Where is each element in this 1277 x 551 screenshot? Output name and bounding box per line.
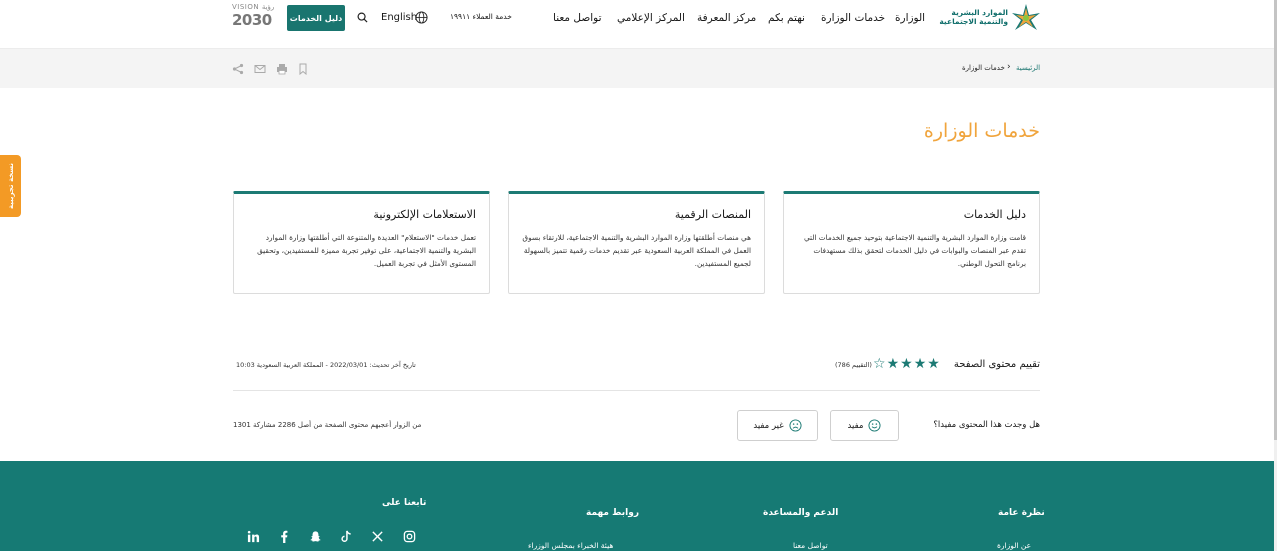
vision-2030-logo: VISION رؤية 2030 — [232, 3, 276, 33]
nav-ministry[interactable]: الوزارة — [895, 12, 925, 24]
footer-links-title: روابط مهمة — [586, 508, 640, 518]
logo-line-1: الموارد البشرية — [951, 8, 1008, 17]
footer-experts-link[interactable]: هيئة الخبراء بمجلس الوزراء — [528, 541, 613, 550]
breadcrumb-home[interactable]: الرئيسية — [1016, 64, 1040, 72]
useful-label: مفيد — [847, 420, 864, 431]
useful-button[interactable]: مفيد — [830, 410, 899, 441]
snapchat-icon[interactable] — [307, 528, 323, 544]
x-icon[interactable] — [369, 528, 385, 544]
customer-service-hotline[interactable]: خدمة العملاء ١٩٩١١ — [450, 12, 512, 21]
feedback-question: هل وجدت هذا المحتوى مفيدا؟ — [933, 420, 1040, 430]
last-updated: تاريخ آخر تحديث: 2022/03/01 - المملكة ال… — [236, 361, 416, 369]
rating-count: (التقييم 786) — [835, 361, 872, 369]
beta-version-label: نسخة تجريبية — [6, 162, 15, 210]
not-useful-button[interactable]: غير مفيد — [737, 410, 818, 441]
vision-label: VISION رؤية — [232, 3, 275, 11]
facebook-icon[interactable] — [276, 528, 292, 544]
card-title: دليل الخدمات — [963, 208, 1026, 221]
star-filled-icon[interactable]: ★ — [887, 357, 900, 371]
language-switch[interactable]: English — [381, 12, 417, 23]
service-card-services-guide[interactable]: دليل الخدمات قامت وزارة الموارد البشرية … — [783, 191, 1040, 294]
breadcrumb-separator: › — [1007, 62, 1011, 72]
star-empty-icon[interactable]: ☆ — [873, 357, 886, 371]
service-card-digital-platforms[interactable]: المنصات الرقمية هي منصات أطلقتها وزارة ا… — [508, 191, 765, 294]
card-description: هي منصات أطلقتها وزارة الموارد البشرية و… — [522, 233, 751, 268]
nav-ministry-services[interactable]: خدمات الوزارة — [821, 12, 885, 24]
print-icon[interactable] — [276, 63, 288, 75]
smile-icon — [868, 419, 881, 432]
site-header: الموارد البشرية والتنمية الاجتماعية الوز… — [0, 0, 1274, 48]
ministry-logo[interactable]: الموارد البشرية والتنمية الاجتماعية — [936, 2, 1042, 34]
nav-knowledge-center[interactable]: مركز المعرفة — [697, 12, 756, 24]
services-guide-button[interactable]: دليل الخدمات — [287, 5, 345, 31]
service-card-e-inquiries[interactable]: الاستعلامات الإلكترونية تعمل خدمات "الاس… — [233, 191, 490, 294]
not-useful-label: غير مفيد — [753, 420, 784, 431]
page-rating-label: تقييم محتوى الصفحة — [953, 359, 1040, 370]
star-filled-icon[interactable]: ★ — [914, 357, 927, 371]
search-icon[interactable] — [357, 12, 368, 23]
site-footer: نظرة عامة عن الوزارة الدعم والمساعدة توا… — [0, 461, 1274, 551]
frown-icon — [789, 419, 802, 432]
ministry-logo-icon — [1012, 4, 1040, 30]
breadcrumb-bar: الرئيسية › خدمات الوزارة — [0, 48, 1274, 88]
rating-stars[interactable]: ☆ ★ ★ ★ ★ — [873, 357, 940, 371]
card-description: تعمل خدمات "الاستعلام" العديدة والمتنوعة… — [257, 233, 476, 268]
footer-overview-title: نظرة عامة — [998, 508, 1045, 518]
instagram-icon[interactable] — [401, 528, 417, 544]
beta-version-tab[interactable]: نسخة تجريبية — [0, 155, 21, 217]
nav-contact-us[interactable]: تواصل معنا — [553, 12, 602, 24]
tiktok-icon[interactable] — [338, 528, 354, 544]
bookmark-icon[interactable] — [297, 63, 309, 75]
card-title: الاستعلامات الإلكترونية — [373, 208, 476, 221]
share-icon[interactable] — [232, 63, 244, 75]
card-description: قامت وزارة الموارد البشرية والتنمية الاج… — [803, 233, 1026, 268]
footer-about-link[interactable]: عن الوزارة — [997, 541, 1031, 550]
nav-we-care[interactable]: نهتم بكم — [768, 12, 805, 24]
mail-icon[interactable] — [254, 63, 266, 75]
star-filled-icon[interactable]: ★ — [900, 357, 913, 371]
star-filled-icon[interactable]: ★ — [927, 357, 940, 371]
page-title: خدمات الوزارة — [923, 120, 1040, 142]
footer-support-title: الدعم والمساعدة — [763, 508, 839, 518]
nav-media-center[interactable]: المركز الإعلامي — [617, 12, 685, 24]
vision-year: 2030 — [232, 11, 272, 29]
footer-follow-title: تابعنا على — [382, 498, 427, 508]
feedback-stats: 1301 من الزوار أعجبهم محتوى الصفحة من أص… — [233, 421, 422, 429]
linkedin-icon[interactable] — [245, 528, 261, 544]
card-title: المنصات الرقمية — [674, 208, 751, 221]
breadcrumb-current: خدمات الوزارة — [962, 64, 1005, 72]
footer-contact-link[interactable]: تواصل معنا — [793, 541, 828, 550]
divider — [233, 390, 1040, 391]
logo-line-2: والتنمية الاجتماعية — [939, 17, 1008, 26]
